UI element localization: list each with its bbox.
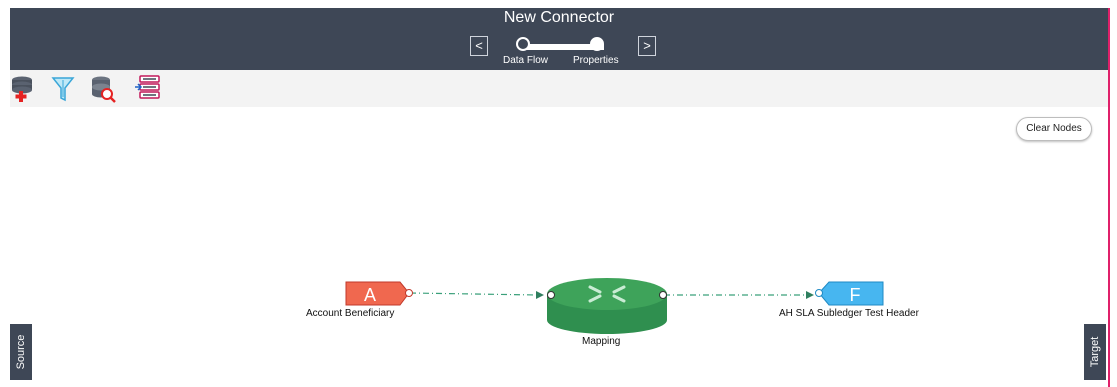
target-panel-tab[interactable]: Target xyxy=(1084,324,1106,380)
source-node-label: Account Beneficiary xyxy=(306,308,395,319)
mapping-input-port[interactable] xyxy=(547,291,555,299)
source-output-port[interactable] xyxy=(405,289,413,297)
source-node[interactable]: A xyxy=(345,281,413,306)
source-panel-tab[interactable]: Source xyxy=(10,324,32,380)
connector-arrow-icon xyxy=(806,291,814,299)
mapping-node-label: Mapping xyxy=(582,336,621,347)
connector-arrow-icon xyxy=(536,291,544,299)
target-input-port[interactable] xyxy=(815,289,823,297)
source-node-letter: A xyxy=(364,285,376,305)
target-node[interactable]: F xyxy=(815,281,884,306)
target-tab-label: Target xyxy=(1089,336,1101,368)
flow-diagram: A F xyxy=(345,278,884,334)
source-tab-label: Source xyxy=(15,334,27,370)
mapping-output-port[interactable] xyxy=(659,291,667,299)
target-node-letter: F xyxy=(850,285,861,305)
mapping-node[interactable] xyxy=(547,278,667,334)
source-to-mapping-connector xyxy=(409,292,539,296)
target-node-label: AH SLA Subledger Test Header xyxy=(779,308,919,319)
